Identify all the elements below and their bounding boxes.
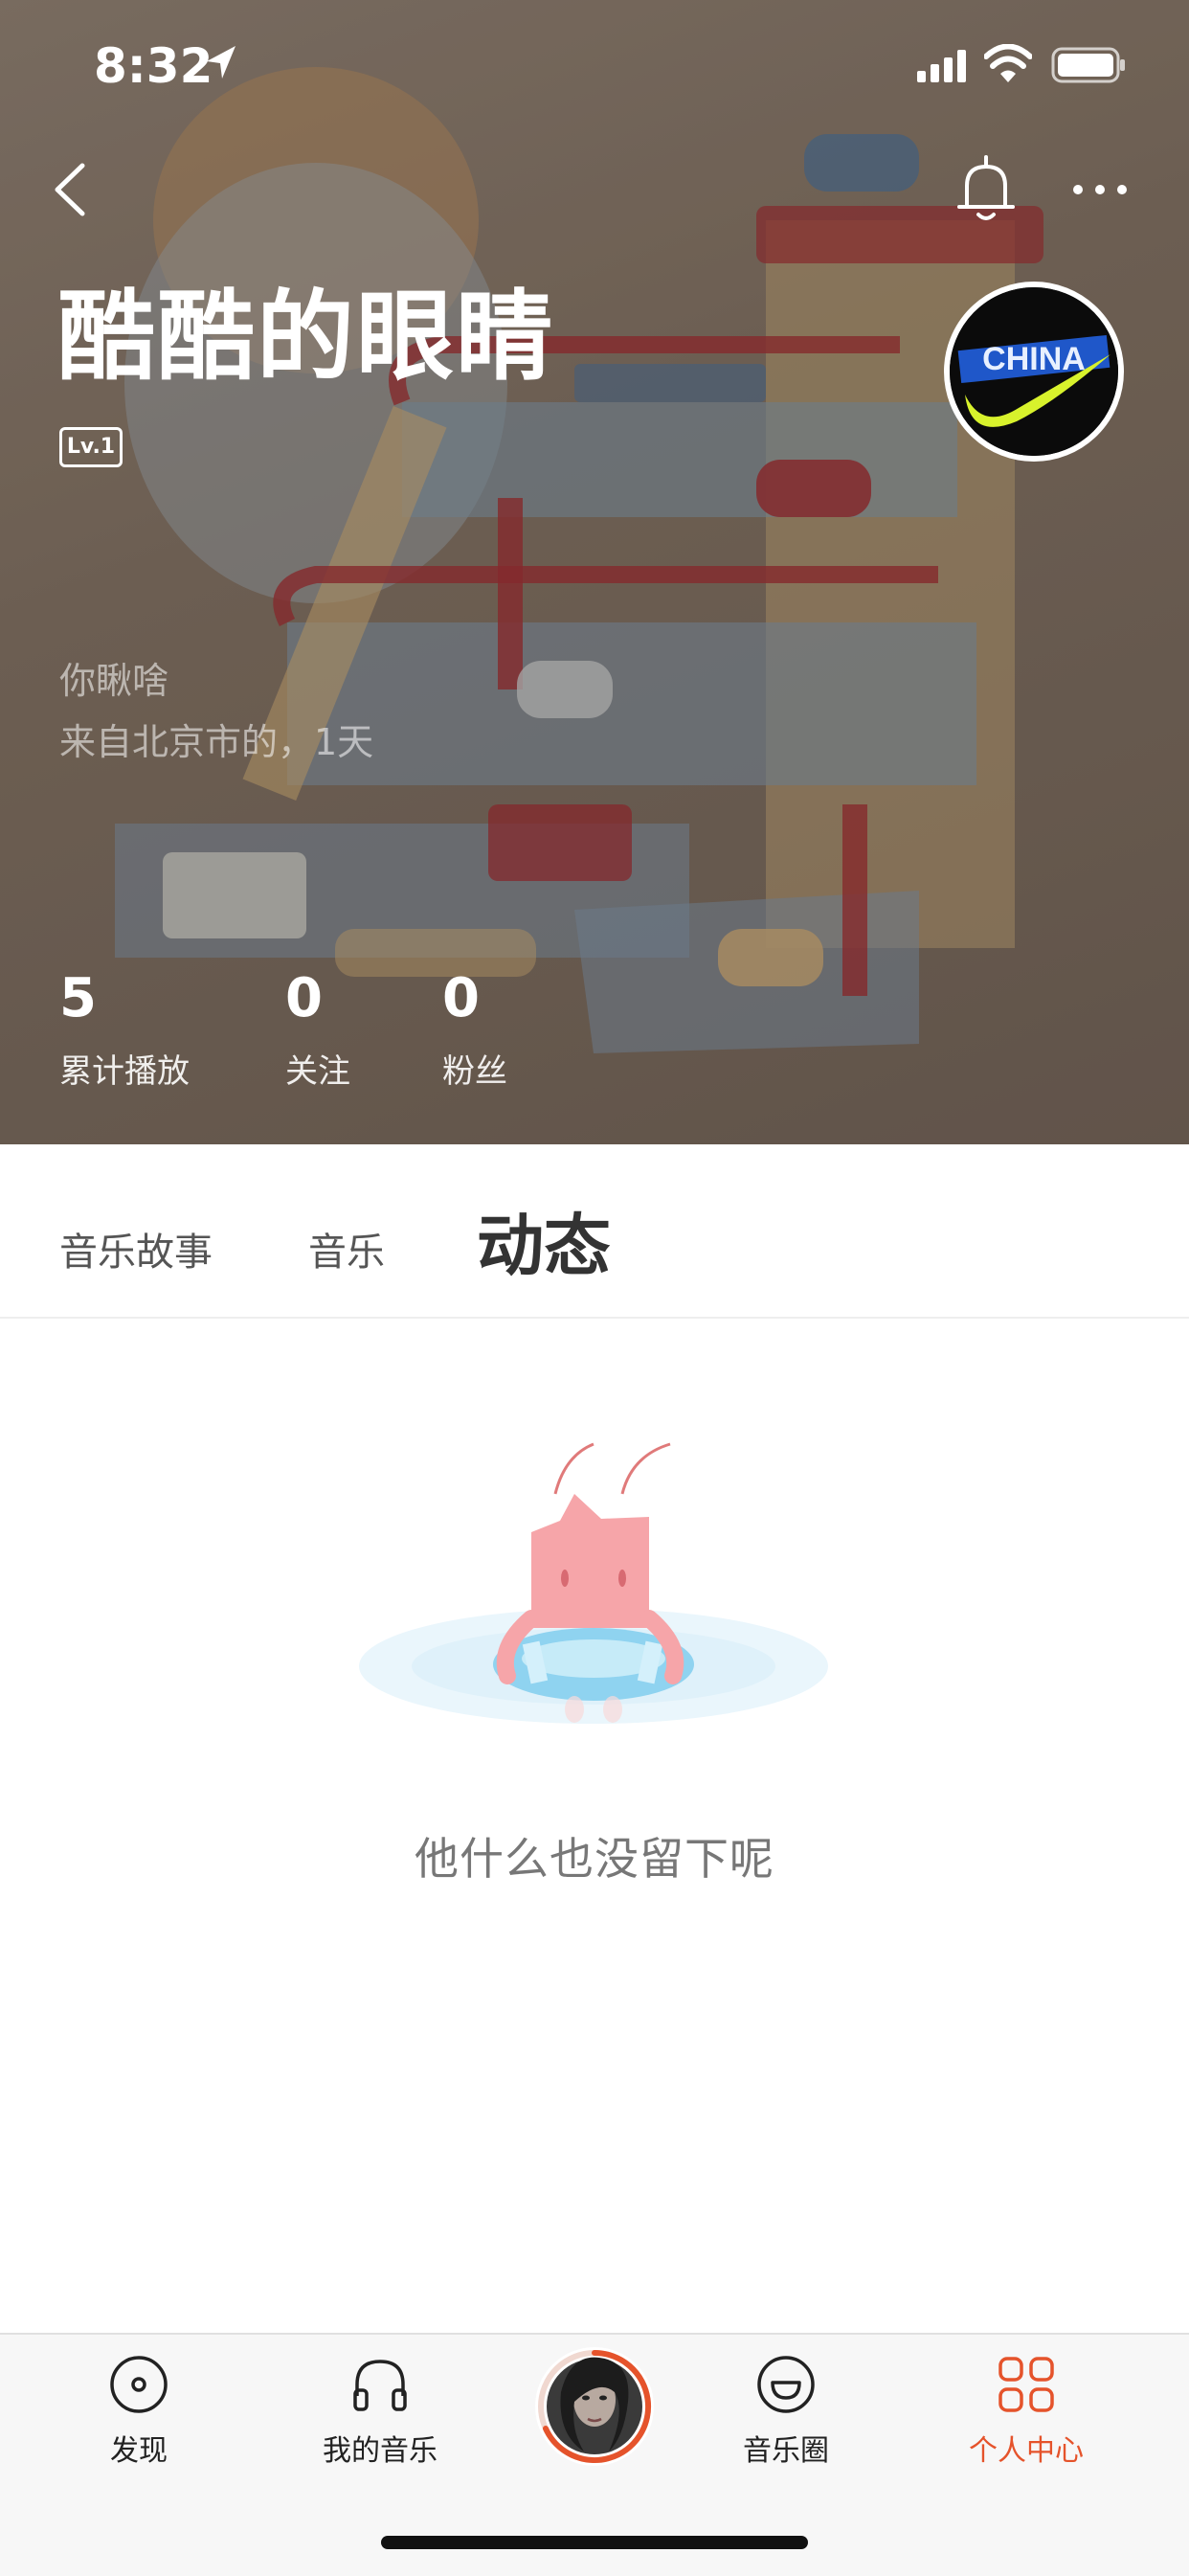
- stat-following[interactable]: 0 关注: [285, 967, 350, 1092]
- nav-label: 个人中心: [969, 2434, 1084, 2468]
- disc-icon: [110, 2356, 168, 2413]
- tab-music[interactable]: 音乐: [308, 1221, 385, 1277]
- profile-tabs: 音乐故事 音乐 动态: [0, 1144, 1189, 1317]
- level-badge: Lv.1: [59, 427, 123, 467]
- empty-state-message: 他什么也没留下呢: [415, 1833, 774, 1885]
- status-time: 8:32: [94, 38, 213, 94]
- stat-label: 累计播放: [59, 1052, 190, 1091]
- back-chevron-icon[interactable]: [48, 158, 92, 221]
- shrimp-swim-ring-illustration: [359, 1442, 828, 1724]
- smile-icon: [757, 2356, 815, 2413]
- divider: [0, 1317, 1189, 1319]
- stat-value: 0: [285, 967, 323, 1029]
- nav-discover[interactable]: 发现: [34, 2354, 244, 2469]
- nav-my-music[interactable]: 我的音乐: [275, 2354, 485, 2469]
- battery-icon: [1051, 47, 1125, 83]
- wifi-icon: [984, 44, 1032, 82]
- bell-icon[interactable]: [955, 153, 1017, 224]
- grid-icon: [998, 2357, 1054, 2412]
- stat-value: 0: [442, 967, 480, 1029]
- nav-music-circle[interactable]: 音乐圈: [681, 2354, 891, 2469]
- nav-profile-center[interactable]: 个人中心: [921, 2354, 1132, 2469]
- stat-label: 粉丝: [442, 1052, 507, 1091]
- profile-location: 来自北京市的，1天: [59, 721, 374, 763]
- profile-header: 8:32 酷酷的眼睛 Lv.1 CHINA 你瞅啥 来自北京市的，1天 5 累计…: [0, 0, 1189, 1144]
- signal-icon: [917, 50, 966, 82]
- home-indicator: [381, 2536, 808, 2549]
- stat-label: 关注: [285, 1052, 350, 1091]
- avatar[interactable]: CHINA: [944, 282, 1124, 462]
- stat-fans[interactable]: 0 粉丝: [442, 967, 507, 1092]
- profile-name: 酷酷的眼睛: [57, 281, 555, 395]
- location-arrow-icon: [207, 46, 236, 79]
- now-playing-button[interactable]: [532, 2344, 657, 2469]
- avatar-text: CHINA: [982, 341, 1086, 377]
- stat-value: 5: [59, 967, 97, 1029]
- profile-bio: 你瞅啥: [59, 660, 169, 702]
- nav-label: 音乐圈: [743, 2434, 829, 2468]
- stat-total-plays[interactable]: 5 累计播放: [59, 967, 190, 1092]
- tab-feed[interactable]: 动态: [477, 1192, 611, 1289]
- avatar-image: CHINA: [950, 287, 1118, 456]
- headphones-icon: [353, 2360, 407, 2411]
- ellipsis-icon[interactable]: [1070, 182, 1130, 197]
- tab-music-stories[interactable]: 音乐故事: [59, 1221, 213, 1277]
- nav-label: 我的音乐: [323, 2434, 437, 2468]
- nav-label: 发现: [110, 2434, 168, 2468]
